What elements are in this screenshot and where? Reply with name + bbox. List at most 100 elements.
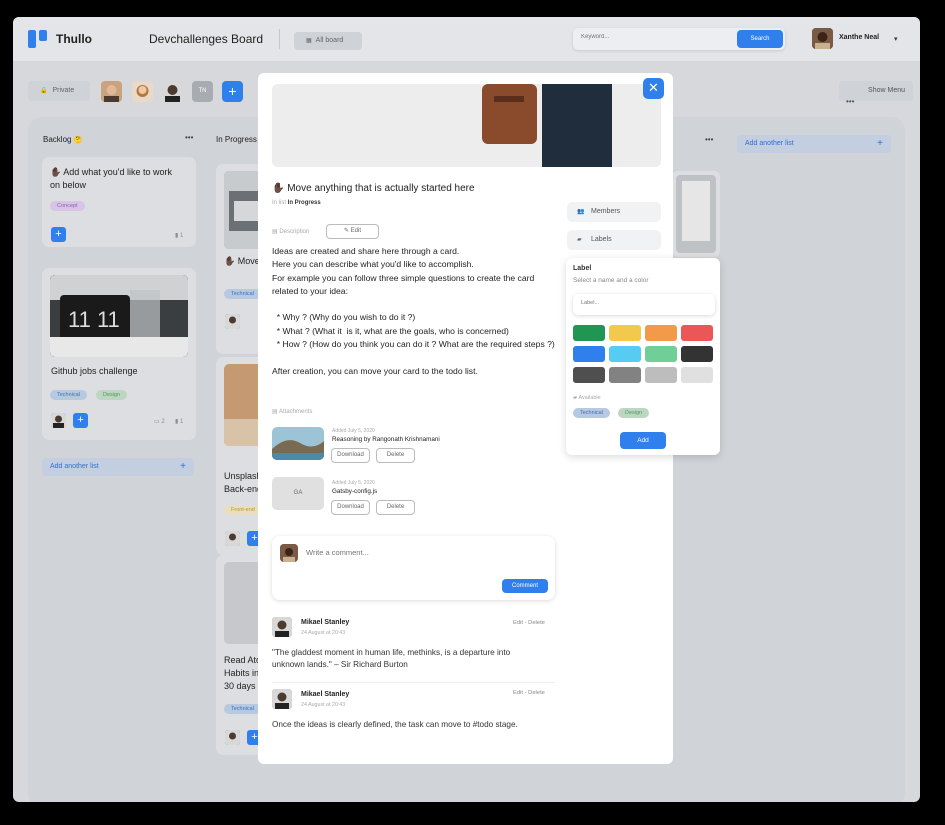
comment-actions[interactable]: Edit - Delete [513, 690, 545, 696]
more-icon[interactable]: ••• [846, 97, 854, 106]
comment-icon: ▭ [154, 419, 160, 425]
avatar [272, 617, 292, 637]
grid-icon: ▦ [306, 38, 312, 44]
comment-count-value: 2 [161, 419, 165, 425]
app-name: Thullo [56, 32, 92, 46]
avatar[interactable] [812, 28, 833, 49]
attachment-count-value: 1 [179, 233, 184, 239]
member-avatar-initials[interactable]: TN [192, 81, 213, 102]
avatar[interactable] [225, 730, 240, 745]
search-input[interactable] [581, 34, 721, 40]
divider [272, 682, 555, 683]
add-member-button[interactable]: + [73, 413, 88, 428]
description-heading: ▤ Description [272, 228, 309, 235]
card[interactable]: ✋🏿 Add what you'd like to work on below … [42, 157, 196, 247]
tag-technical: Technical [50, 390, 87, 400]
comment-author: Mikael Stanley [301, 619, 350, 626]
list-title-label: Backlog [43, 135, 72, 144]
member-avatar[interactable] [101, 81, 122, 102]
attachments-label: Attachments [279, 409, 313, 415]
color-swatch[interactable] [645, 367, 677, 383]
popover-subtitle: Select a name and a color [573, 277, 649, 284]
document-icon: ▤ [272, 229, 278, 235]
plus-icon: + [877, 138, 883, 149]
description-label: Description [279, 229, 310, 235]
delete-button[interactable]: Delete [376, 448, 415, 463]
search-button[interactable]: Search [737, 30, 783, 48]
color-swatch[interactable] [681, 325, 713, 341]
avatar[interactable] [225, 314, 240, 329]
add-card-button[interactable]: Add another list + [42, 458, 194, 476]
delete-button[interactable]: Delete [376, 500, 415, 515]
comment-text: Once the ideas is clearly defined, the t… [272, 720, 518, 729]
attachments-heading: ▤ Attachments [272, 408, 312, 415]
list-menu-icon[interactable]: ••• [705, 135, 713, 144]
tag-icon: ▰ [573, 395, 578, 401]
card-description: Ideas are created and share here through… [272, 246, 555, 376]
label-popover: Label Select a name and a color ▰ Availa… [566, 258, 720, 455]
label-name-input[interactable] [581, 300, 701, 306]
paperclip-icon: ▮ [175, 419, 179, 425]
thinking-emoji: 🤔 [73, 137, 83, 144]
attachment-thumbnail[interactable]: GA [272, 477, 324, 510]
attachment-date: Added July 5, 2020 [332, 428, 375, 434]
available-tag-technical[interactable]: Technical [573, 408, 610, 418]
labels-label: Labels [591, 236, 612, 243]
members-button[interactable]: 👥 Members [567, 202, 661, 222]
add-label-button[interactable]: Add [620, 432, 666, 449]
tag-design: Design [96, 390, 128, 400]
card[interactable]: 11 11 Github jobs challenge Technical De… [42, 268, 196, 440]
labels-button[interactable]: ▰ Labels [567, 230, 661, 250]
color-swatch[interactable] [573, 346, 605, 362]
avatar[interactable] [225, 531, 240, 546]
visibility-label: Private [52, 87, 75, 94]
download-button[interactable]: Download [331, 448, 370, 463]
color-swatch[interactable] [609, 325, 641, 341]
document-icon: ▤ [272, 409, 278, 415]
plus-icon: + [180, 461, 186, 472]
all-board-label: All board [315, 37, 344, 44]
comment-input[interactable] [306, 548, 506, 557]
thullo-logo-icon[interactable] [28, 30, 48, 48]
add-member-button[interactable]: + [51, 227, 66, 242]
close-button[interactable]: ✕ [643, 78, 664, 99]
color-swatch[interactable] [609, 346, 641, 362]
color-swatch[interactable] [573, 367, 605, 383]
color-swatch[interactable] [645, 346, 677, 362]
all-board-button[interactable]: ▦ All board [294, 32, 362, 50]
attachment-count: ▮ 1 [175, 232, 183, 239]
tag-icon: ▰ [577, 237, 582, 243]
tag-concept: Concept [50, 201, 85, 211]
card[interactable] [672, 171, 720, 257]
comment-author: Mikael Stanley [301, 691, 350, 698]
download-button[interactable]: Download [331, 500, 370, 515]
member-avatar[interactable] [132, 81, 153, 102]
chevron-down-icon[interactable]: ▾ [894, 35, 898, 43]
edit-description-button[interactable]: ✎ Edit [326, 224, 379, 239]
color-swatch[interactable] [681, 367, 713, 383]
available-tag-design[interactable]: Design [618, 408, 650, 418]
color-swatch[interactable] [681, 346, 713, 362]
card-cover-image: 11 11 [50, 275, 188, 357]
member-avatar[interactable] [162, 81, 183, 102]
add-list-button[interactable]: Add another list + [737, 135, 891, 153]
avatar[interactable] [51, 413, 66, 428]
attachment-date: Added July 5, 2020 [332, 480, 375, 486]
available-label: Available [578, 395, 601, 401]
attachment-thumbnail[interactable] [272, 427, 324, 460]
color-swatch[interactable] [645, 325, 677, 341]
list-menu-icon[interactable]: ••• [185, 133, 193, 142]
board-title: Devchallenges Board [149, 32, 264, 46]
card-title: ✋🏿 Add what you'd like to work on below [50, 167, 172, 190]
comment-button[interactable]: Comment [502, 579, 548, 593]
color-swatch[interactable] [609, 367, 641, 383]
user-name[interactable]: Xanthe Neal [839, 34, 879, 41]
comment-actions[interactable]: Edit - Delete [513, 620, 545, 626]
visibility-button[interactable]: 🔒 Private [28, 81, 90, 101]
color-swatch[interactable] [573, 325, 605, 341]
add-member-button[interactable]: + [222, 81, 243, 102]
divider [279, 29, 280, 49]
card-title: ✋🏿 Move anything that is actually starte… [272, 183, 475, 194]
comment-count: ▭ 2 [154, 418, 165, 425]
tag-technical: Technical [224, 289, 261, 299]
